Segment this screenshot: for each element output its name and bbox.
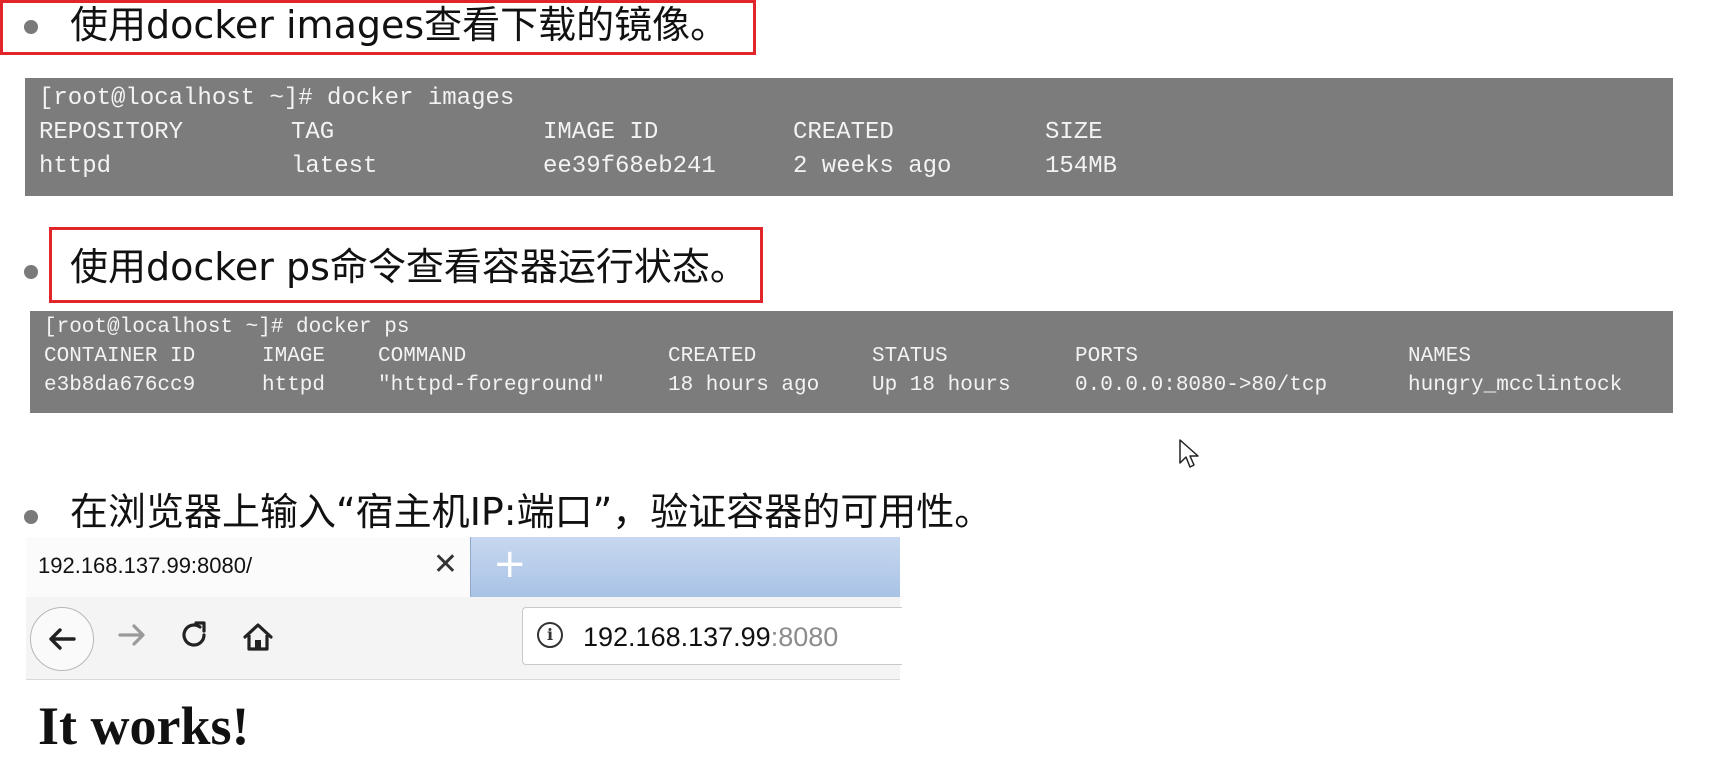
url-bar[interactable]: i 192.168.137.99:8080 [522, 607, 902, 665]
terminal-docker-images: [root@localhost ~]# docker images REPOSI… [25, 78, 1673, 196]
cell-tag: latest [291, 153, 378, 180]
browser-tab[interactable]: 192.168.137.99:8080/ ✕ [26, 537, 470, 597]
header-names: NAMES [1408, 345, 1472, 368]
cell-created: 2 weeks ago [793, 153, 952, 180]
browser-toolbar: i 192.168.137.99:8080 [26, 597, 902, 680]
new-tab-button[interactable]: + [470, 537, 900, 597]
cell-image-id: ee39f68eb241 [543, 153, 716, 180]
cell-repository: httpd [39, 153, 112, 180]
reload-icon[interactable] [176, 617, 212, 661]
header-status: STATUS [872, 345, 948, 368]
header-ports: PORTS [1075, 345, 1139, 368]
header-size: SIZE [1045, 119, 1103, 146]
header-created: CREATED [793, 119, 894, 146]
cell-size: 154MB [1045, 153, 1118, 180]
url-host: 192.168.137.99 [583, 622, 771, 652]
cell-names: hungry_mcclintock [1408, 374, 1623, 397]
bullet-2 [24, 265, 38, 279]
bullet-3 [24, 510, 38, 524]
terminal-header-row: CONTAINER ID IMAGE COMMAND CREATED STATU… [30, 343, 1673, 371]
terminal-data-row: e3b8da676cc9 httpd "httpd-foreground" 18… [30, 372, 1673, 400]
cell-status: Up 18 hours [872, 374, 1011, 397]
header-container-id: CONTAINER ID [44, 345, 196, 368]
cell-image: httpd [262, 374, 326, 397]
cell-ports: 0.0.0.0:8080->80/tcp [1075, 374, 1328, 397]
header-command: COMMAND [378, 345, 467, 368]
header-repository: REPOSITORY [39, 119, 184, 146]
cell-container-id: e3b8da676cc9 [44, 374, 196, 397]
cell-command: "httpd-foreground" [378, 374, 605, 397]
browser-window: 192.168.137.99:8080/ ✕ + i 192.168.137.9… [26, 537, 902, 779]
plus-icon: + [493, 541, 527, 587]
tab-title: 192.168.137.99:8080/ [38, 553, 253, 578]
header-tag: TAG [291, 119, 335, 146]
url-port: :8080 [770, 622, 839, 652]
section-1-heading: 使用docker images查看下载的镜像。 [70, 3, 729, 47]
close-icon[interactable]: ✕ [433, 547, 458, 582]
home-icon[interactable] [240, 619, 276, 663]
mouse-cursor-icon [1179, 439, 1199, 468]
header-created: CREATED [668, 345, 757, 368]
cell-created: 18 hours ago [668, 374, 820, 397]
section-2-heading: 使用docker ps命令查看容器运行状态。 [70, 245, 748, 289]
terminal-header-row: REPOSITORY TAG IMAGE ID CREATED SIZE [25, 118, 1673, 148]
terminal-docker-ps: [root@localhost ~]# docker ps CONTAINER … [30, 311, 1673, 413]
terminal-prompt: [root@localhost ~]# docker images [39, 85, 515, 112]
url-text: 192.168.137.99:8080 [583, 622, 838, 653]
forward-arrow-icon[interactable] [114, 617, 150, 661]
header-image: IMAGE [262, 345, 326, 368]
terminal-prompt: [root@localhost ~]# docker ps [44, 316, 410, 339]
info-icon[interactable]: i [537, 622, 563, 648]
section-3-heading: 在浏览器上输入“宿主机IP:端口”，验证容器的可用性。 [70, 490, 993, 534]
page-heading: It works! [38, 696, 250, 756]
back-arrow-icon[interactable] [30, 607, 94, 671]
terminal-data-row: httpd latest ee39f68eb241 2 weeks ago 15… [25, 152, 1673, 182]
header-image-id: IMAGE ID [543, 119, 659, 146]
